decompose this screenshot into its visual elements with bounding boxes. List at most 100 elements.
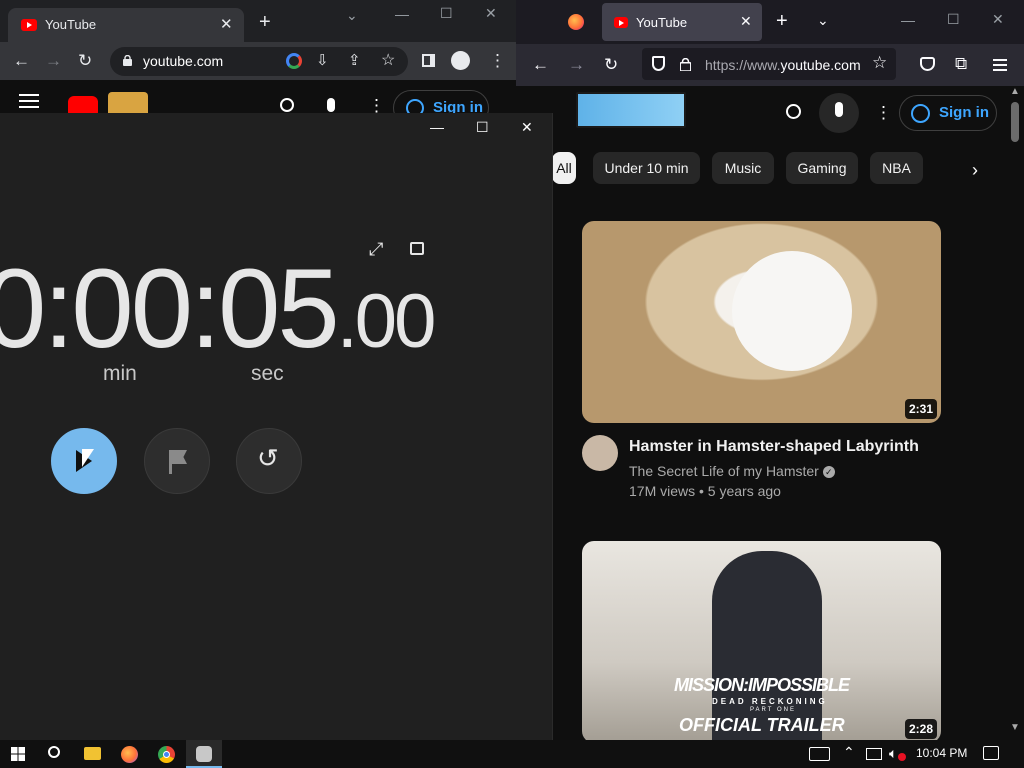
doodle-logo-icon[interactable] (576, 92, 686, 128)
maximize-button[interactable]: ☐ (476, 119, 489, 136)
verified-check-icon: ✓ (822, 466, 835, 479)
chrome-toolbar: ← → ↻ youtube.com ⇩ ⇪ ☆ ⋮ (0, 42, 516, 80)
chrome-menu-icon[interactable]: ⋮ (489, 51, 506, 71)
share-icon[interactable]: ⇪ (348, 51, 361, 71)
chip-nba[interactable]: NBA (870, 152, 923, 184)
app-menu-icon[interactable] (993, 64, 1007, 66)
reload-icon[interactable]: ↻ (78, 51, 92, 71)
close-tab-icon[interactable]: ✕ (220, 15, 233, 33)
channel-avatar[interactable] (582, 435, 618, 471)
chips-next-chevron-icon[interactable]: › (972, 160, 978, 181)
chrome-tab-youtube[interactable]: YouTube ✕ (8, 8, 244, 42)
lap-button[interactable] (144, 428, 210, 494)
video-title[interactable]: Hamster in Hamster-shaped Labyrinth (629, 438, 919, 456)
network-icon[interactable] (866, 748, 882, 760)
hamburger-menu-icon[interactable] (19, 100, 39, 102)
taskbar-search-button[interactable] (36, 740, 72, 768)
search-icon (48, 746, 60, 758)
channel-name[interactable]: The Secret Life of my Hamster ✓ (629, 463, 835, 479)
back-arrow-icon[interactable]: ← (13, 51, 30, 71)
google-lens-icon[interactable] (286, 53, 302, 69)
close-window-button[interactable]: ✕ (521, 119, 533, 136)
chip-all[interactable]: All (552, 152, 576, 184)
bookmark-star-icon[interactable]: ☆ (872, 53, 887, 73)
tracking-shield-icon[interactable] (652, 56, 665, 71)
reset-button[interactable]: ↺ (236, 428, 302, 494)
maximize-button[interactable]: ☐ (947, 11, 960, 28)
chrome-tab-title: YouTube (45, 17, 97, 32)
youtube-favicon-icon (614, 17, 628, 28)
taskbar-firefox[interactable] (111, 740, 147, 768)
start-button[interactable] (0, 740, 36, 768)
windows-logo-icon (11, 747, 25, 761)
new-tab-button[interactable]: + (259, 12, 271, 32)
firefox-signin-label: Sign in (939, 104, 989, 121)
scrollbar-thumb[interactable] (1011, 102, 1019, 142)
thumb-title-line1: MISSION:IMPOSSIBLE (674, 675, 850, 695)
reload-icon[interactable]: ↻ (604, 55, 618, 75)
list-all-tabs-icon[interactable]: ⌄ (817, 12, 829, 29)
chip-gaming[interactable]: Gaming (786, 152, 858, 184)
chip-music[interactable]: Music (712, 152, 774, 184)
firefox-url-bar[interactable]: https://www.youtube.com ☆ (642, 48, 896, 80)
firefox-view-icon[interactable] (568, 14, 584, 30)
firefox-icon (121, 746, 138, 763)
chrome-address-bar[interactable]: youtube.com ⇩ ⇪ ☆ (110, 47, 408, 76)
taskbar-clock-app[interactable] (186, 740, 222, 768)
taskbar-time[interactable]: 10:04 PM (916, 746, 967, 760)
scrollbar-down-arrow[interactable]: ▼ (1010, 722, 1020, 733)
minimize-button[interactable]: — (395, 6, 409, 22)
firefox-window: YouTube ✕ + ⌄ — ☐ ✕ ← → ↻ https://www.yo… (516, 0, 1024, 740)
profile-avatar-icon[interactable] (451, 51, 470, 70)
taskbar: ⌃ 🔈︎ 10:04 PM (0, 740, 1024, 768)
url-host: youtube.com (780, 57, 861, 73)
settings-dots-icon[interactable]: ⋮ (875, 103, 892, 123)
tab-search-icon[interactable]: ⌄ (346, 7, 358, 24)
forward-arrow-icon[interactable]: → (45, 51, 62, 71)
maximize-button[interactable]: ☐ (440, 5, 453, 22)
video-duration: 2:31 (904, 399, 937, 419)
close-window-button[interactable]: ✕ (992, 11, 1004, 28)
volume-muted-icon[interactable]: 🔈︎ (889, 745, 897, 762)
search-icon[interactable] (280, 98, 294, 112)
new-tab-button[interactable]: + (776, 11, 788, 31)
bookmark-star-icon[interactable]: ☆ (381, 51, 395, 71)
show-hidden-icons-chevron[interactable]: ⌃ (843, 744, 855, 761)
minimize-button[interactable]: — (430, 119, 444, 135)
pocket-icon[interactable] (920, 57, 935, 71)
extensions-puzzle-icon[interactable]: ⧉ (955, 54, 967, 74)
minimize-button[interactable]: — (901, 12, 915, 28)
chip-under-10-min[interactable]: Under 10 min (593, 152, 700, 184)
unit-label-min: min (103, 362, 137, 385)
taskbar-file-explorer[interactable] (74, 740, 110, 768)
search-icon[interactable] (786, 104, 801, 119)
firefox-signin-button[interactable]: Sign in (899, 95, 997, 131)
volume-muted-badge (898, 753, 906, 761)
taskbar-chrome[interactable] (148, 740, 184, 768)
stopwatch-window: — ☐ ✕ ⤢ 0:00:05.00 min sec ↺ (0, 113, 553, 740)
close-tab-icon[interactable]: ✕ (740, 13, 752, 30)
thumb-title-line4: OFFICIAL TRAILER (679, 715, 845, 735)
install-app-icon[interactable]: ⇩ (316, 51, 329, 71)
side-panel-icon[interactable] (422, 54, 435, 67)
video-thumbnail[interactable]: MISSION:IMPOSSIBLE DEAD RECKONING PART O… (582, 541, 941, 740)
account-circle-icon (911, 104, 930, 123)
chrome-tab-strip: YouTube ✕ + ⌄ — ☐ ✕ (0, 0, 516, 42)
stopwatch-time: 0:00:05.00 (0, 253, 436, 365)
chrome-url-text: youtube.com (143, 53, 224, 69)
firefox-tab-strip: YouTube ✕ + ⌄ — ☐ ✕ (516, 0, 1024, 44)
firefox-tab-youtube[interactable]: YouTube ✕ (602, 3, 762, 41)
chrome-icon-center (163, 751, 170, 758)
scrollbar-up-arrow[interactable]: ▲ (1010, 86, 1020, 97)
back-arrow-icon[interactable]: ← (532, 55, 549, 75)
mouse-cursor-icon (82, 449, 94, 467)
close-window-button[interactable]: ✕ (485, 5, 497, 22)
thumb-title-line3: PART ONE (750, 707, 797, 713)
microphone-icon[interactable] (327, 98, 335, 112)
hamster-image (732, 251, 852, 371)
notification-center-icon[interactable] (983, 746, 999, 760)
forward-arrow-icon[interactable]: → (568, 55, 585, 75)
video-meta: 17M views • 5 years ago (629, 483, 781, 499)
touch-keyboard-icon[interactable] (809, 747, 830, 761)
video-thumbnail[interactable]: 2:31 (582, 221, 941, 423)
